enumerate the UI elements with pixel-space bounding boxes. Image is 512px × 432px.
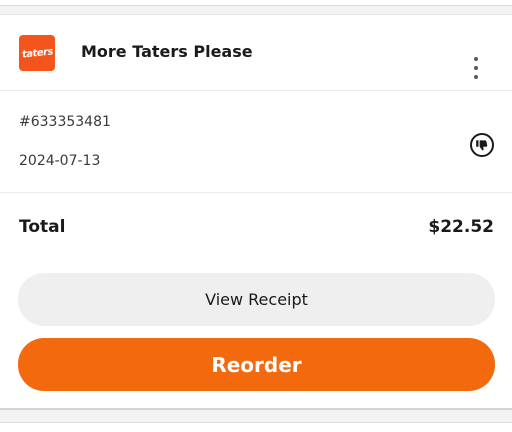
thumbs-down-icon[interactable]: [470, 133, 494, 157]
total-amount: $22.52: [428, 217, 494, 237]
restaurant-logo: taters: [19, 35, 55, 71]
order-card: taters More Taters Please #633353481 202…: [0, 14, 512, 410]
reorder-button[interactable]: Reorder: [18, 338, 495, 391]
header-divider: [0, 90, 512, 91]
order-number: #633353481: [19, 114, 111, 130]
thumbs-down-glyph: [476, 140, 488, 151]
total-label: Total: [19, 217, 66, 237]
view-receipt-button[interactable]: View Receipt: [18, 273, 495, 326]
menu-dot: [474, 66, 478, 70]
details-divider: [0, 192, 512, 193]
next-card-edge: [0, 422, 512, 432]
previous-card-edge: [0, 0, 512, 6]
order-date: 2024-07-13: [19, 153, 101, 169]
menu-dot: [474, 75, 478, 79]
more-vertical-icon[interactable]: [466, 55, 486, 81]
menu-dot: [474, 57, 478, 61]
order-card-header: taters More Taters Please: [0, 15, 512, 90]
restaurant-logo-text: taters: [21, 45, 53, 61]
restaurant-name[interactable]: More Taters Please: [81, 42, 253, 61]
